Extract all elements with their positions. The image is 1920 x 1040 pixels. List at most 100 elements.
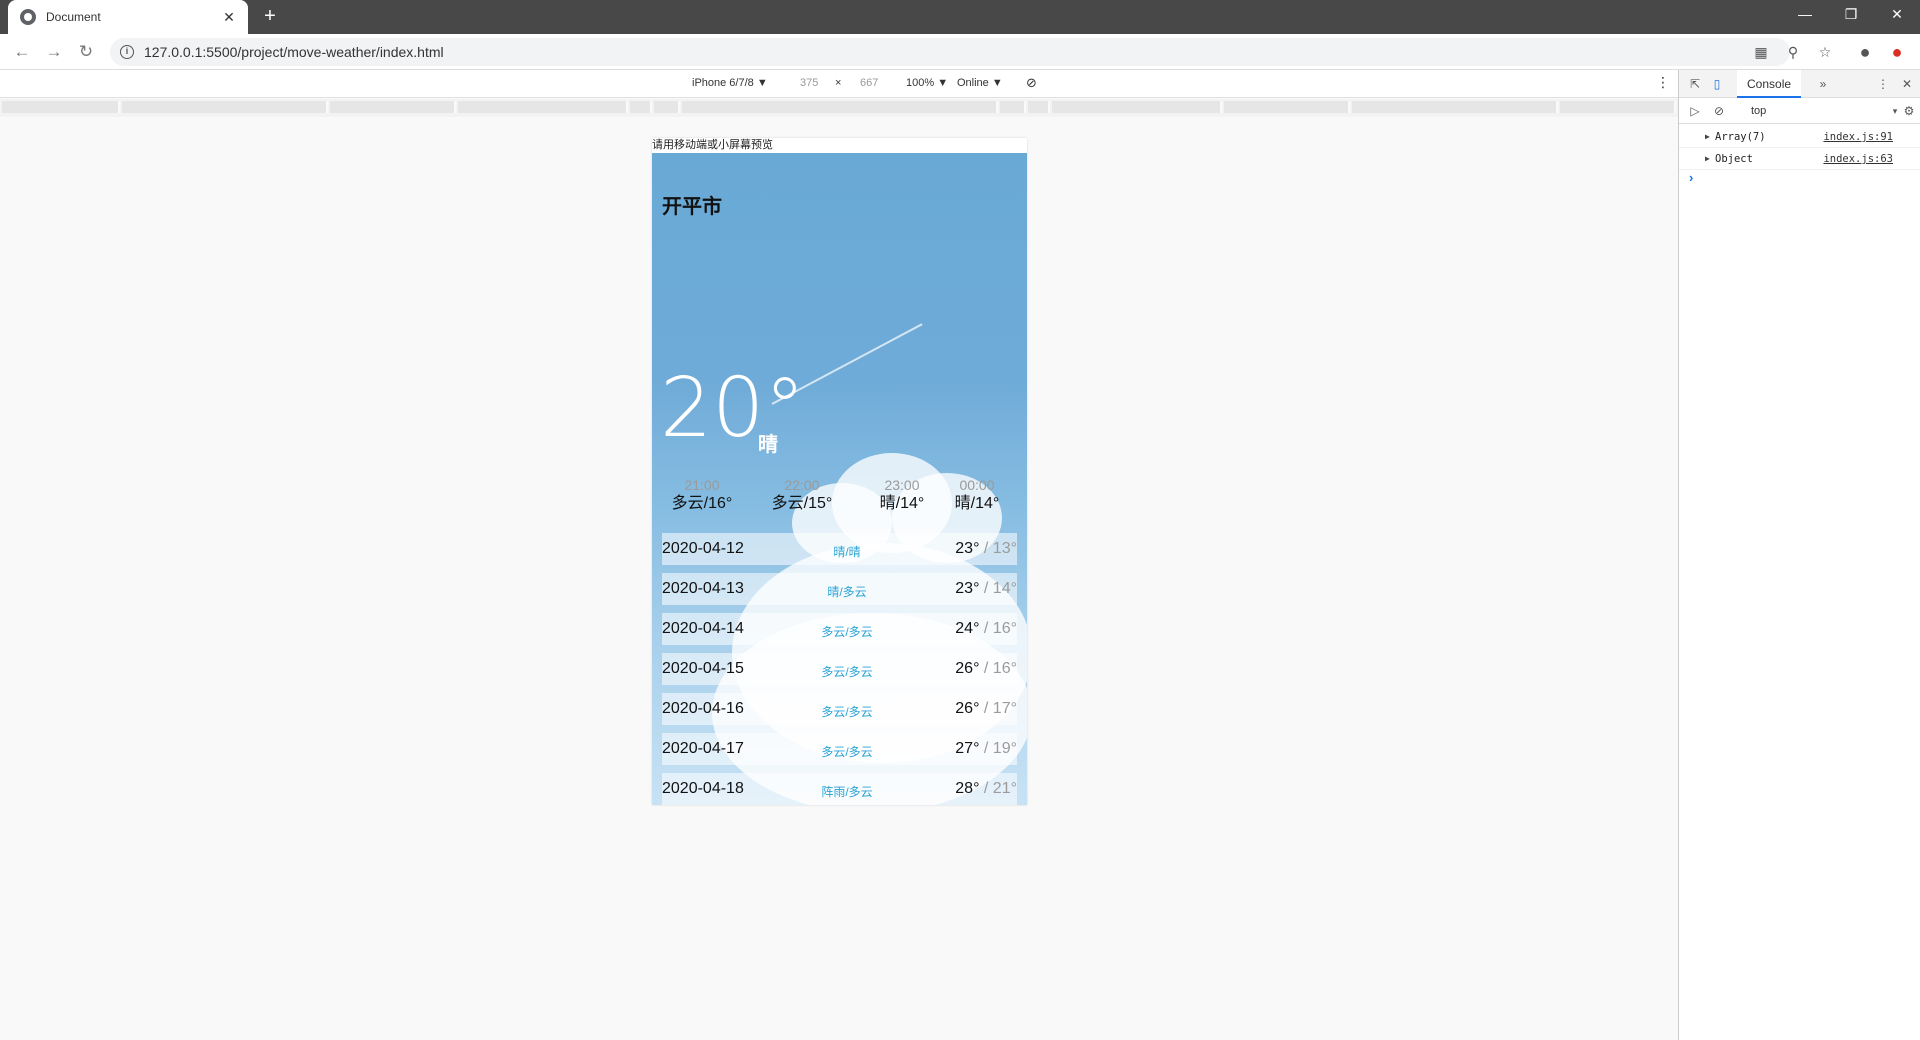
settings-gear-icon[interactable]: ⚙ [1901,103,1917,119]
hourly-time: 00:00 [959,477,995,493]
devtools-panel: ⇱ ▯ Console » ⋮ ✕ ▷ ⊘ top ▾ ⚙ ▶ Array(7)… [1678,70,1920,1040]
daily-date: 2020-04-13 [662,580,744,597]
back-icon[interactable]: ← [12,42,32,62]
tab-console[interactable]: Console [1737,70,1802,98]
zoom-icon[interactable]: ⚲ [1784,43,1802,61]
daily-high: 27° [955,740,980,757]
daily-high: 23° [955,540,980,557]
log-message: Object [1715,153,1753,165]
current-temperature: 20° [660,361,806,456]
daily-temperature: 23° / 14° [955,580,1017,598]
daily-condition: 多云/多云 [821,625,873,639]
minimize-icon[interactable]: — [1782,0,1828,30]
daily-condition: 多云/多云 [821,665,873,679]
daily-row: 2020-04-18 阵雨/多云 28° / 21° [662,773,1017,805]
url-field[interactable]: i 127.0.0.1:5500/project/move-weather/in… [110,38,1790,66]
device-height[interactable]: 667 [860,77,878,89]
browser-tab[interactable]: Document ✕ [8,0,248,34]
console-filter-bar: ▷ ⊘ top ▾ ⚙ [1679,98,1920,124]
zoom-select[interactable]: 100% ▼ [906,77,948,89]
inspect-element-icon[interactable]: ⇱ [1687,76,1703,92]
device-select[interactable]: iPhone 6/7/8 ▼ [692,77,768,89]
info-icon[interactable]: i [120,45,134,59]
bookmark-star-icon[interactable]: ☆ [1816,43,1834,61]
daily-high: 28° [955,780,980,797]
devtools-menu-icon[interactable]: ⋮ [1875,76,1891,92]
device-width[interactable]: 375 [800,77,818,89]
daily-temperature: 28° / 21° [955,780,1017,798]
close-window-icon[interactable]: ✕ [1874,0,1920,30]
translate-icon[interactable]: ▦ [1752,43,1770,61]
rotate-icon[interactable]: ⊘ [1026,75,1037,91]
hourly-time: 21:00 [684,477,720,493]
daily-low: / 13° [979,540,1017,557]
city-name: 开平市 [662,196,722,218]
console-log-entry[interactable]: ▶ Array(7) index.js:91 [1679,126,1920,148]
daily-row: 2020-04-12 晴/晴 23° / 13° [662,533,1017,565]
daily-temperature: 27° / 19° [955,740,1017,758]
daily-condition: 多云/多云 [821,705,873,719]
more-tabs-icon[interactable]: » [1815,76,1831,92]
hourly-item: 22:00 多云/15° [752,476,852,514]
expand-arrow-icon[interactable]: ▶ [1705,132,1710,141]
extension-icon[interactable]: ● [1888,43,1906,61]
device-toggle-icon[interactable]: ▯ [1709,76,1725,92]
hourly-time: 22:00 [784,477,820,493]
more-options-icon[interactable]: ⋮ [1656,74,1670,91]
console-log-entry[interactable]: ▶ Object index.js:63 [1679,148,1920,170]
hourly-value: 多云/16° [671,495,733,512]
expand-arrow-icon[interactable]: ▶ [1705,154,1710,163]
daily-row: 2020-04-15 多云/多云 26° / 16° [662,653,1017,685]
daily-low: / 16° [979,620,1017,637]
hourly-forecast: 21:00 多云/16° 22:00 多云/15° 23:00 晴/14° 00… [652,476,1027,516]
daily-temperature: 26° / 17° [955,700,1017,718]
daily-row: 2020-04-17 多云/多云 27° / 19° [662,733,1017,765]
network-select[interactable]: Online ▼ [957,77,1003,89]
daily-forecast: 2020-04-12 晴/晴 23° / 13° 2020-04-13 晴/多云… [662,533,1017,805]
title-bar: Document ✕ + — ❐ ✕ [0,0,1920,34]
daily-date: 2020-04-17 [662,740,744,757]
sidebar-toggle-icon[interactable]: ▷ [1687,103,1703,119]
daily-row: 2020-04-16 多云/多云 26° / 17° [662,693,1017,725]
url-text: 127.0.0.1:5500/project/move-weather/inde… [144,44,444,60]
hourly-value: 多云/15° [771,495,833,512]
address-bar: ← → ↻ i 127.0.0.1:5500/project/move-weat… [0,34,1920,70]
clear-console-icon[interactable]: ⊘ [1711,103,1727,119]
daily-low: / 16° [979,660,1017,677]
console-prompt[interactable]: › [1689,170,1693,185]
tab-title: Document [46,10,101,24]
emulated-viewport: 请用移动端或小屏幕预览 开平市 20° 晴 21:00 多云/16° 22:00… [0,117,1678,1040]
forward-icon[interactable]: → [44,42,64,62]
daily-high: 26° [955,660,980,677]
daily-date: 2020-04-16 [662,700,744,717]
log-source-link[interactable]: index.js:91 [1823,131,1893,143]
log-message: Array(7) [1715,131,1766,143]
context-select[interactable]: top [1751,103,1879,119]
hourly-item: 21:00 多云/16° [652,476,752,514]
daily-date: 2020-04-14 [662,620,744,637]
daily-high: 24° [955,620,980,637]
daily-temperature: 24° / 16° [955,620,1017,638]
daily-low: / 17° [979,700,1017,717]
daily-row: 2020-04-13 晴/多云 23° / 14° [662,573,1017,605]
reload-icon[interactable]: ↻ [76,42,96,62]
media-query-bar[interactable] [0,99,1678,117]
restore-icon[interactable]: ❐ [1828,0,1874,30]
daily-high: 23° [955,580,980,597]
devtools-toolbar: ⇱ ▯ Console » ⋮ ✕ [1679,70,1920,98]
daily-condition: 多云/多云 [821,745,873,759]
daily-date: 2020-04-18 [662,780,744,797]
current-condition: 晴 [758,434,778,456]
devtools-close-icon[interactable]: ✕ [1899,76,1915,92]
daily-high: 26° [955,700,980,717]
tab-close-icon[interactable]: ✕ [220,9,238,26]
daily-condition: 阵雨/多云 [821,785,873,799]
profile-icon[interactable]: ● [1856,43,1874,61]
daily-date: 2020-04-12 [662,540,744,557]
sky-background: 开平市 20° 晴 21:00 多云/16° 22:00 多云/15° 23:0… [652,153,1027,805]
daily-temperature: 23° / 13° [955,540,1017,558]
daily-condition: 晴/晴 [833,545,861,559]
globe-icon [20,9,36,25]
log-source-link[interactable]: index.js:63 [1823,153,1893,165]
new-tab-button[interactable]: + [258,5,282,29]
